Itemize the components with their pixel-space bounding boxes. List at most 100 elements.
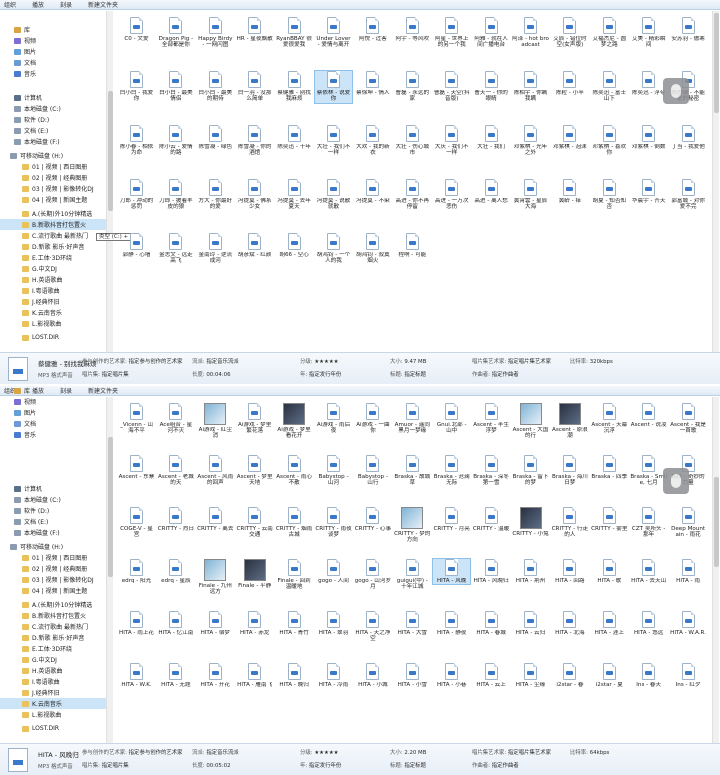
nav-item[interactable]: C.流行歌曲 最新热门 bbox=[0, 621, 112, 632]
file-item[interactable]: HITA - 冷雨 bbox=[315, 663, 352, 688]
file-item[interactable]: C0 - 文爱 bbox=[118, 17, 155, 42]
nav-item[interactable]: B.新歌抖音打包置火 bbox=[0, 219, 112, 230]
file-item[interactable]: RyanBBAY 很爱很爱我 bbox=[276, 17, 313, 49]
nav-item[interactable]: A.(长期)外10分钟精选 bbox=[0, 599, 112, 610]
navigation-scrollbar[interactable] bbox=[106, 11, 113, 352]
file-item[interactable]: CRITTY - 梦的方向 bbox=[394, 507, 431, 544]
file-item[interactable]: 白小白 - 最美情侣 bbox=[157, 71, 194, 103]
file-item[interactable]: CRITTY - 烟雨古城 bbox=[276, 507, 313, 539]
file-item[interactable]: 陈小春 - 相依为命 bbox=[118, 125, 155, 157]
nav-item[interactable]: 01 | 视频 | 西日图册 bbox=[0, 552, 112, 563]
file-item[interactable]: 高进 - 离人愁 bbox=[473, 179, 510, 204]
toolbar-item-3[interactable]: 新建文件夹 bbox=[88, 0, 118, 9]
nav-item[interactable]: 图片 bbox=[0, 407, 112, 418]
nav-item[interactable]: E.工体·3D环绕 bbox=[0, 252, 112, 263]
file-item[interactable]: HITA - 风晚归 bbox=[473, 559, 510, 584]
file-item[interactable]: Ai游戏 - 一曲你 bbox=[354, 403, 391, 435]
nav-item[interactable]: 文档 (E:) bbox=[0, 125, 112, 136]
file-item[interactable]: 大壮 - 我们 bbox=[473, 125, 510, 150]
nav-item[interactable]: 04 | 视频 | 新国主题 bbox=[0, 585, 112, 596]
nav-item[interactable]: 02 | 视频 | 经典图册 bbox=[0, 563, 112, 574]
file-item[interactable]: 阿泽 - hot broadcast bbox=[512, 17, 549, 49]
file-item[interactable]: 陈奕迅 - 富士山下 bbox=[591, 71, 628, 103]
file-item[interactable]: edrq - 阳光 bbox=[118, 559, 155, 584]
nav-item[interactable]: 视频 bbox=[0, 35, 112, 46]
nav-item[interactable]: K.云南音乐 bbox=[0, 698, 112, 709]
nav-item[interactable]: G.中文DJ bbox=[0, 263, 112, 274]
file-item[interactable]: gogo - 山河岁月 bbox=[354, 559, 391, 591]
file-item[interactable]: HITA - 无题 bbox=[157, 663, 194, 688]
file-item[interactable]: Ascent - 原浪潮 bbox=[551, 403, 588, 440]
file-item[interactable]: Babystop - 山行 bbox=[354, 455, 391, 487]
nav-item[interactable]: LOST.DIR bbox=[0, 332, 112, 343]
details-field[interactable]: 长度: 00:05:02 bbox=[192, 761, 231, 769]
toolbar-item-2[interactable]: 刻录 bbox=[60, 0, 72, 9]
file-item[interactable]: Braska - Smile, 七月 bbox=[630, 455, 667, 487]
details-field[interactable]: 比特率: 320kbps bbox=[570, 357, 613, 365]
file-item[interactable]: Ai游戏 - 梦里看花开 bbox=[276, 403, 313, 440]
file-item[interactable]: Ace组合 - 星河不灭 bbox=[157, 403, 194, 435]
nav-item[interactable]: LOST.DIR bbox=[0, 723, 112, 734]
file-item[interactable]: 陈奕迅 - 浮夸 bbox=[630, 71, 667, 96]
file-item[interactable]: 胡夏 - 知否知否 bbox=[591, 179, 628, 211]
nav-item[interactable]: 音乐 bbox=[0, 68, 112, 79]
file-item[interactable]: 刀郎 - 披着羊皮的狼 bbox=[157, 179, 194, 211]
file-item[interactable]: Ascent - 东寨 bbox=[118, 455, 155, 480]
details-field[interactable]: 唱片集: 指定唱片集 bbox=[82, 761, 129, 769]
file-item[interactable]: Dragon Pig - 全部都是你 bbox=[157, 17, 194, 49]
file-item[interactable]: HITA - W.A.R. bbox=[670, 611, 707, 636]
file-item[interactable]: 胡鸿钧 - 一个人的我 bbox=[315, 233, 352, 265]
details-field[interactable]: 唱片集艺术家: 指定唱片集艺术家 bbox=[472, 748, 551, 756]
details-field[interactable]: 分级: ★★★★★ bbox=[300, 748, 339, 756]
file-item[interactable]: Ins - 春天 bbox=[630, 663, 667, 688]
file-item[interactable]: 丁当 - 我爱他 bbox=[670, 125, 707, 150]
file-item[interactable]: 金南玲 - 逆流成河 bbox=[197, 233, 234, 265]
file-item[interactable]: 陈小云 - 爱情的路 bbox=[157, 125, 194, 157]
file-item[interactable]: HITA - 小城 bbox=[354, 663, 391, 688]
details-field[interactable]: 流派: 指定音乐流派 bbox=[192, 357, 239, 365]
file-item[interactable]: 蔡健雅 - 别找我麻烦 bbox=[276, 71, 313, 103]
details-field[interactable]: 分级: ★★★★★ bbox=[300, 357, 339, 365]
file-item[interactable]: HITA - 春城 bbox=[473, 611, 510, 636]
nav-item[interactable]: 文档 (E:) bbox=[0, 516, 112, 527]
toolbar-item-1[interactable]: 播放 bbox=[32, 0, 44, 9]
file-item[interactable]: 安苏羽 - 傲寒 bbox=[670, 17, 707, 42]
file-item[interactable]: Finale - 平静 bbox=[236, 559, 273, 589]
file-item[interactable]: HITA - 翠羽 bbox=[315, 611, 352, 636]
file-item[interactable]: 陈雪凝 - 你的酒馆 bbox=[236, 125, 273, 157]
file-item[interactable]: HITA - 回路 bbox=[551, 559, 588, 584]
floating-assistant-button[interactable] bbox=[663, 78, 689, 104]
file-item[interactable]: Braska - 沧澜无际 bbox=[433, 455, 470, 487]
details-field[interactable]: 参与创作的艺术家: 指定参与创作的艺术家 bbox=[82, 357, 183, 365]
nav-item[interactable]: B.新歌抖音打包置火 bbox=[0, 610, 112, 621]
file-item[interactable]: Babystop - 山河 bbox=[315, 455, 352, 487]
file-item[interactable]: i2star - 春 bbox=[551, 663, 588, 688]
file-item[interactable]: 艾福杰尼 - 圆梦之路 bbox=[591, 17, 628, 49]
file-item[interactable]: Gnui.北部 - 山中 bbox=[433, 403, 470, 435]
nav-item[interactable]: 文档 bbox=[0, 57, 112, 68]
nav-item[interactable]: 04 | 视频 | 新国主题 bbox=[0, 194, 112, 205]
file-item[interactable]: HITA - 云归 bbox=[512, 611, 549, 636]
file-item[interactable]: HITA - W.K. bbox=[118, 663, 155, 688]
file-item[interactable]: Ascent - 雨心不散 bbox=[276, 455, 313, 487]
file-item[interactable]: CRITTY - 云南交通 bbox=[236, 507, 273, 539]
nav-item[interactable]: 可移动磁盘 (H:) bbox=[0, 541, 112, 552]
nav-item[interactable]: 库 bbox=[0, 386, 112, 396]
file-item[interactable]: Ascent - 天幕沉浮 bbox=[591, 403, 628, 435]
file-item[interactable]: COGE-V - 星宫 bbox=[118, 507, 155, 539]
file-item[interactable]: Ai游戏 - 雨后夜 bbox=[315, 403, 352, 435]
file-item[interactable]: 陈奕迅 - 十年 bbox=[276, 125, 313, 150]
details-field[interactable]: 作曲者: 指定作曲者 bbox=[472, 761, 519, 769]
file-item[interactable]: 邓紫棋 - 倒数 bbox=[630, 125, 667, 150]
file-item[interactable]: HITA - 荆州 bbox=[512, 559, 549, 584]
file-item[interactable]: 陈雪凝 - 绿色 bbox=[197, 125, 234, 150]
file-item[interactable]: Ascent - 老城的天 bbox=[157, 455, 194, 487]
file-item[interactable]: 曹磊 - 永远的家 bbox=[394, 71, 431, 103]
file-item[interactable]: CRITTY - 心事 bbox=[354, 507, 391, 532]
nav-item[interactable]: 本地磁盘 (F:) bbox=[0, 527, 112, 538]
file-item[interactable]: 大欢 - 我的新衣 bbox=[354, 125, 391, 157]
details-field[interactable]: 大小: 9.47 MB bbox=[390, 357, 426, 365]
file-item[interactable]: HITA - 雨上花 bbox=[118, 611, 155, 636]
file-item[interactable]: HITA - 云上 bbox=[473, 663, 510, 688]
file-item[interactable]: CRITTY - 月亮 bbox=[433, 507, 470, 532]
